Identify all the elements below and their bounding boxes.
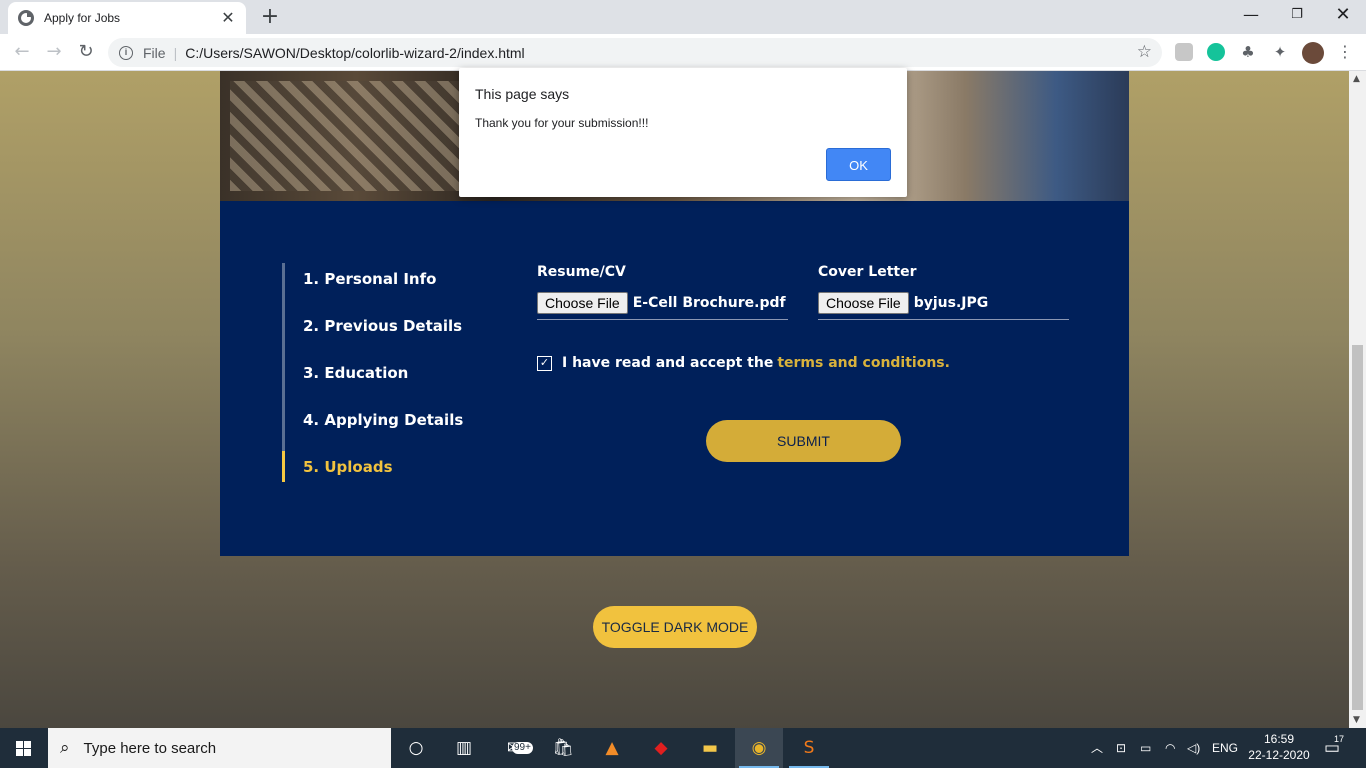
- tab-title: Apply for Jobs: [44, 11, 121, 25]
- search-icon: ⌕: [60, 738, 70, 757]
- taskbar-search[interactable]: ⌕ Type here to search: [48, 728, 391, 768]
- puzzle-icon[interactable]: ✦: [1271, 43, 1289, 61]
- cover-letter-file-input[interactable]: Choose File byjus.JPG: [818, 286, 1069, 320]
- cover-letter-label: Cover Letter: [818, 264, 917, 280]
- terms-row: ✓ I have read and accept the terms and c…: [537, 355, 950, 371]
- sublime-icon[interactable]: S: [785, 728, 833, 768]
- new-tab-button[interactable]: +: [256, 5, 284, 29]
- resume-label: Resume/CV: [537, 264, 626, 280]
- restore-icon[interactable]: ❐: [1274, 0, 1320, 32]
- window-close-icon[interactable]: ✕: [1320, 0, 1366, 32]
- browser-toolbar: ← → ↻ i File | C:/Users/SAWON/Desktop/co…: [0, 34, 1366, 71]
- clock-time: 16:59: [1263, 732, 1295, 746]
- store-icon[interactable]: 🛍: [539, 728, 587, 768]
- battery-icon[interactable]: ▭: [1140, 728, 1151, 768]
- volume-icon[interactable]: ◁): [1187, 728, 1200, 768]
- address-bar[interactable]: i File | C:/Users/SAWON/Desktop/colorlib…: [108, 38, 1162, 67]
- step-personal-info[interactable]: 1. Personal Info: [303, 270, 436, 288]
- scroll-down-icon[interactable]: ▼: [1353, 715, 1360, 725]
- toggle-dark-mode-button[interactable]: TOGGLE DARK MODE: [593, 606, 757, 648]
- pdf-extension-icon[interactable]: [1175, 43, 1193, 61]
- step-previous-details[interactable]: 2. Previous Details: [303, 317, 462, 335]
- url-text: C:/Users/SAWON/Desktop/colorlib-wizard-2…: [185, 44, 525, 61]
- search-placeholder: Type here to search: [83, 739, 217, 757]
- vertical-scrollbar[interactable]: ▲ ▼: [1349, 71, 1366, 728]
- start-button[interactable]: [0, 728, 48, 768]
- taskbar: ⌕ Type here to search ○ ▥ ✉99+ 🛍 ▲ ◆ ▬ ◉…: [0, 728, 1366, 768]
- cover-choose-file-button[interactable]: Choose File: [818, 291, 909, 314]
- step-uploads[interactable]: 5. Uploads: [303, 458, 393, 476]
- minimize-icon[interactable]: —: [1228, 0, 1274, 32]
- dialog-ok-button[interactable]: OK: [826, 148, 891, 181]
- language-indicator[interactable]: ENG: [1212, 728, 1238, 768]
- terms-checkbox[interactable]: ✓: [537, 355, 552, 371]
- submit-button[interactable]: SUBMIT: [706, 420, 901, 462]
- acrobat-icon[interactable]: ◆: [637, 728, 685, 768]
- show-hidden-icons[interactable]: ︿: [1091, 728, 1103, 768]
- wifi-icon[interactable]: ◠: [1165, 728, 1175, 768]
- vlc-icon[interactable]: ▲: [588, 728, 636, 768]
- clock-date: 22-12-2020: [1248, 748, 1310, 762]
- tab-strip: Apply for Jobs ✕ + — ❐ ✕: [0, 0, 1366, 34]
- reload-icon[interactable]: ↻: [74, 40, 98, 64]
- wizard-card: 1. Personal Info 2. Previous Details 3. …: [220, 201, 1129, 556]
- notification-count: 17: [1334, 734, 1345, 744]
- menu-icon[interactable]: ⋮: [1336, 43, 1354, 61]
- chrome-icon[interactable]: ◉: [735, 728, 783, 768]
- step-applying-details[interactable]: 4. Applying Details: [303, 411, 463, 429]
- meet-icon[interactable]: ⊡: [1116, 728, 1126, 768]
- notification-icon[interactable]: ▭ 17: [1324, 728, 1344, 768]
- mail-badge: 99+: [512, 742, 533, 754]
- dialog-message: Thank you for your submission!!!: [475, 116, 649, 130]
- scroll-thumb[interactable]: [1352, 345, 1363, 710]
- terms-text: I have read and accept the: [562, 355, 774, 371]
- cortana-icon[interactable]: ○: [392, 728, 440, 768]
- cover-file-name: byjus.JPG: [913, 294, 989, 311]
- globe-icon: [18, 10, 34, 26]
- forward-icon[interactable]: →: [42, 40, 66, 64]
- grammarly-icon[interactable]: [1207, 43, 1225, 61]
- url-separator: |: [173, 44, 178, 61]
- back-icon[interactable]: ←: [10, 40, 34, 64]
- resume-file-name: E-Cell Brochure.pdf: [632, 294, 786, 311]
- alert-dialog: This page says Thank you for your submis…: [459, 68, 907, 197]
- wizard-steps: 1. Personal Info 2. Previous Details 3. …: [282, 263, 482, 482]
- active-step-indicator: [282, 451, 285, 482]
- mail-icon[interactable]: ✉99+: [490, 728, 538, 768]
- system-clock[interactable]: 16:59 22-12-2020: [1248, 731, 1310, 763]
- terms-link[interactable]: terms and conditions.: [777, 355, 950, 371]
- scroll-up-icon[interactable]: ▲: [1353, 74, 1360, 84]
- resume-file-input[interactable]: Choose File E-Cell Brochure.pdf: [537, 286, 788, 320]
- profile-avatar[interactable]: [1302, 42, 1324, 64]
- info-icon[interactable]: i: [119, 45, 133, 60]
- close-tab-icon[interactable]: ✕: [220, 10, 236, 26]
- bookmark-star-icon[interactable]: ☆: [1137, 42, 1152, 62]
- url-scheme-label: File: [143, 44, 166, 61]
- windows-logo-icon: [16, 741, 32, 756]
- dialog-title: This page says: [475, 86, 570, 102]
- browser-tab[interactable]: Apply for Jobs ✕: [8, 2, 246, 34]
- extension-icon[interactable]: ♣: [1239, 43, 1257, 61]
- file-explorer-icon[interactable]: ▬: [686, 728, 734, 768]
- task-view-icon[interactable]: ▥: [440, 728, 488, 768]
- resume-choose-file-button[interactable]: Choose File: [537, 291, 628, 314]
- step-education[interactable]: 3. Education: [303, 364, 408, 382]
